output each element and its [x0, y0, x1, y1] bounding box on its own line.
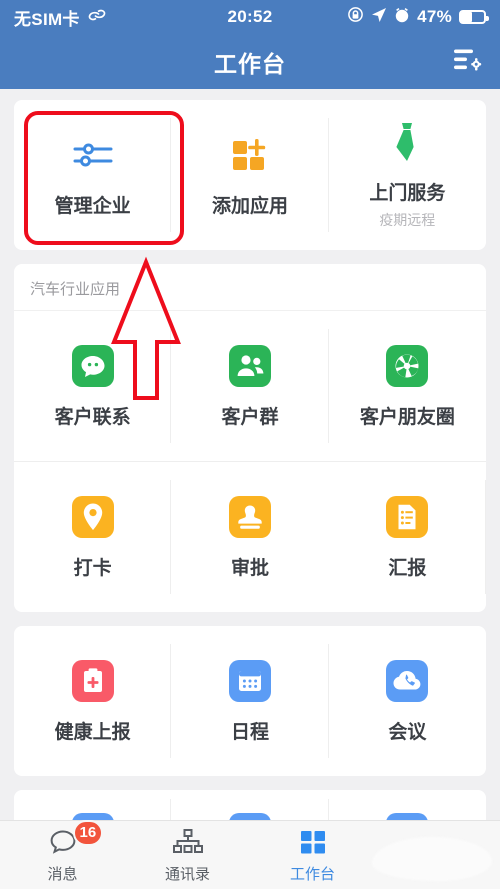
rotation-lock-icon [347, 6, 364, 28]
app-item-打卡[interactable]: 打卡 [14, 462, 172, 612]
location-arrow-icon [371, 7, 387, 28]
status-bar-right: 47% [347, 6, 489, 28]
org-chart-icon [172, 827, 204, 857]
tab-label-workbench: 工作台 [289, 865, 335, 883]
bottom-tab-bar: 16 消息 通讯录 工作台 [0, 819, 500, 889]
messages-badge: 16 [72, 819, 104, 846]
app-item-label: 打卡 [73, 557, 112, 579]
people-group-icon-tile [228, 344, 271, 387]
people-group-icon [228, 344, 272, 388]
stamp-icon [228, 495, 272, 539]
cube-box-icon [385, 812, 429, 820]
app-card-2: 汽车行业应用 客户联系 客户群 客户朋友圈 打卡 审批 汇报 [14, 264, 486, 612]
app-item[interactable] [329, 790, 486, 820]
battery-percent: 47% [417, 7, 452, 26]
necktie-icon [385, 120, 429, 164]
app-item[interactable]: W [171, 790, 329, 820]
app-item-管理企业[interactable]: 管理企业 [14, 100, 172, 250]
app-item-客户群[interactable]: 客户群 [171, 311, 329, 461]
phone-icon [71, 812, 115, 820]
battery-icon [459, 10, 489, 24]
app-item-label: 会议 [388, 721, 427, 743]
app-item-日程[interactable]: 日程 [171, 626, 329, 776]
word-doc-icon: W [228, 812, 272, 820]
tab-messages[interactable]: 16 消息 [0, 819, 125, 884]
chat-bubble-icon-tile [71, 344, 114, 387]
app-item-sublabel: 疫期远程 [379, 212, 436, 228]
app-card-1: 管理企业 添加应用 上门服务疫期远程 [14, 100, 486, 250]
app-item-会议[interactable]: 会议 [329, 626, 486, 776]
app-card-4: W [14, 790, 486, 820]
status-bar: 无SIM卡 20:52 47% [0, 0, 500, 34]
app-item-添加应用[interactable]: 添加应用 [171, 100, 329, 250]
app-item-label: 汇报 [388, 557, 427, 579]
cloud-phone-icon-tile [386, 659, 429, 702]
tab-label-contacts: 通讯录 [164, 865, 210, 883]
app-item-label: 审批 [230, 557, 269, 579]
phone-screen: 无SIM卡 20:52 47% 工作台 管理企业 添加应用 上门服务 疫期远程 … [0, 0, 500, 889]
grid-squares-icon [297, 827, 329, 857]
aperture-icon-tile [386, 344, 429, 387]
sliders-icon [71, 133, 115, 177]
app-item-label: 客户朋友圈 [359, 406, 455, 428]
chat-bubble-icon [71, 344, 115, 388]
app-item-label: 健康上报 [54, 721, 131, 743]
section-title: 汽车行业应用 [14, 264, 486, 311]
location-pin-icon [71, 495, 115, 539]
list-settings-icon[interactable] [452, 46, 482, 77]
carrier-label: 无SIM卡 [14, 9, 80, 29]
app-item-label: 客户群 [221, 406, 279, 428]
phone-icon-tile [71, 813, 114, 820]
app-item-上门服务[interactable]: 上门服务 疫期远程 [329, 100, 486, 250]
app-item-label: 管理企业 [54, 195, 131, 217]
tab-workbench[interactable]: 工作台 [250, 827, 375, 884]
health-clipboard-icon [71, 659, 115, 703]
add-app-grid-icon [228, 133, 272, 177]
cube-box-icon-tile [386, 813, 429, 820]
app-item-label: 添加应用 [211, 195, 288, 217]
app-grid: 管理企业 添加应用 上门服务疫期远程 [14, 100, 486, 250]
link-icon [87, 7, 107, 27]
app-grid: 健康上报 日程 会议 [14, 626, 486, 776]
overlay-smudge [372, 837, 492, 881]
calendar-icon-tile [228, 659, 271, 702]
app-header: 工作台 [0, 34, 500, 89]
report-doc-icon [385, 495, 429, 539]
app-item-健康上报[interactable]: 健康上报 [14, 626, 172, 776]
app-item-label: 日程 [230, 721, 269, 743]
app-item-汇报[interactable]: 汇报 [329, 462, 486, 612]
status-bar-left: 无SIM卡 [14, 5, 107, 30]
stamp-icon-tile [228, 495, 271, 538]
health-clipboard-icon-tile [71, 659, 114, 702]
cloud-phone-icon [385, 659, 429, 703]
app-item[interactable] [14, 790, 172, 820]
aperture-icon [385, 344, 429, 388]
word-doc-icon-tile: W [228, 813, 271, 820]
app-item-客户联系[interactable]: 客户联系 [14, 311, 172, 461]
tab-contacts[interactable]: 通讯录 [125, 827, 250, 884]
report-doc-icon-tile [386, 495, 429, 538]
app-grid: W [14, 790, 486, 820]
app-card-3: 健康上报 日程 会议 [14, 626, 486, 776]
location-pin-icon-tile [71, 495, 114, 538]
page-title: 工作台 [214, 50, 286, 77]
tab-label-messages: 消息 [47, 865, 78, 883]
alarm-clock-icon [394, 7, 410, 28]
calendar-icon [228, 659, 272, 703]
workbench-content[interactable]: 管理企业 添加应用 上门服务疫期远程汽车行业应用 客户联系 客户群 客户朋友圈 … [0, 89, 500, 820]
app-item-label: 客户联系 [54, 406, 131, 428]
app-item-label: 上门服务 [369, 183, 446, 204]
app-item-客户朋友圈[interactable]: 客户朋友圈 [329, 311, 486, 461]
chat-outline-icon: 16 [47, 819, 104, 857]
app-grid: 客户联系 客户群 客户朋友圈 打卡 审批 汇报 [14, 311, 486, 612]
app-item-审批[interactable]: 审批 [171, 462, 328, 612]
